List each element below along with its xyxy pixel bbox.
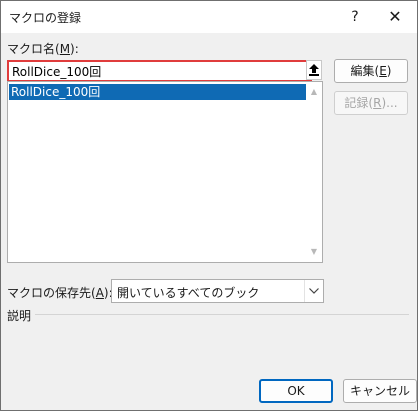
ok-button[interactable]: OK [259, 379, 333, 403]
save-location-value: 開いているすべてのブック [117, 286, 260, 300]
macro-list[interactable]: RollDice_100回 ▲ ▼ [7, 81, 323, 263]
record-button[interactable]: 記録(R)... [334, 91, 408, 115]
dialog-title: マクロの登録 [9, 11, 82, 25]
up-arrow-icon [309, 64, 319, 76]
list-scrollbar[interactable]: ▲ ▼ [306, 82, 322, 262]
edit-button[interactable]: 編集(E) [334, 59, 408, 83]
macro-name-input[interactable] [7, 60, 312, 82]
upload-arrow-button[interactable] [306, 60, 322, 80]
close-button[interactable]: ✕ [379, 4, 411, 30]
cancel-button[interactable]: キャンセル [343, 379, 417, 403]
scroll-down-arrow-icon[interactable]: ▼ [306, 244, 322, 260]
macro-name-label: マクロ名(M): [7, 42, 79, 56]
macro-registration-dialog: マクロの登録 ? ✕ マクロ名(M): RollDice_100回 ▲ ▼ 編集… [0, 0, 418, 411]
list-item[interactable]: RollDice_100回 [9, 84, 306, 100]
chevron-down-icon [309, 288, 319, 294]
scroll-up-arrow-icon[interactable]: ▲ [306, 84, 322, 100]
description-divider [35, 314, 409, 315]
dropdown-arrow[interactable] [304, 280, 323, 302]
save-location-select[interactable]: 開いているすべてのブック [111, 279, 324, 303]
title-bar: マクロの登録 ? ✕ [1, 1, 417, 33]
help-button[interactable]: ? [341, 4, 369, 30]
description-label: 説明 [7, 309, 32, 323]
save-location-label: マクロの保存先(A): [7, 286, 113, 300]
